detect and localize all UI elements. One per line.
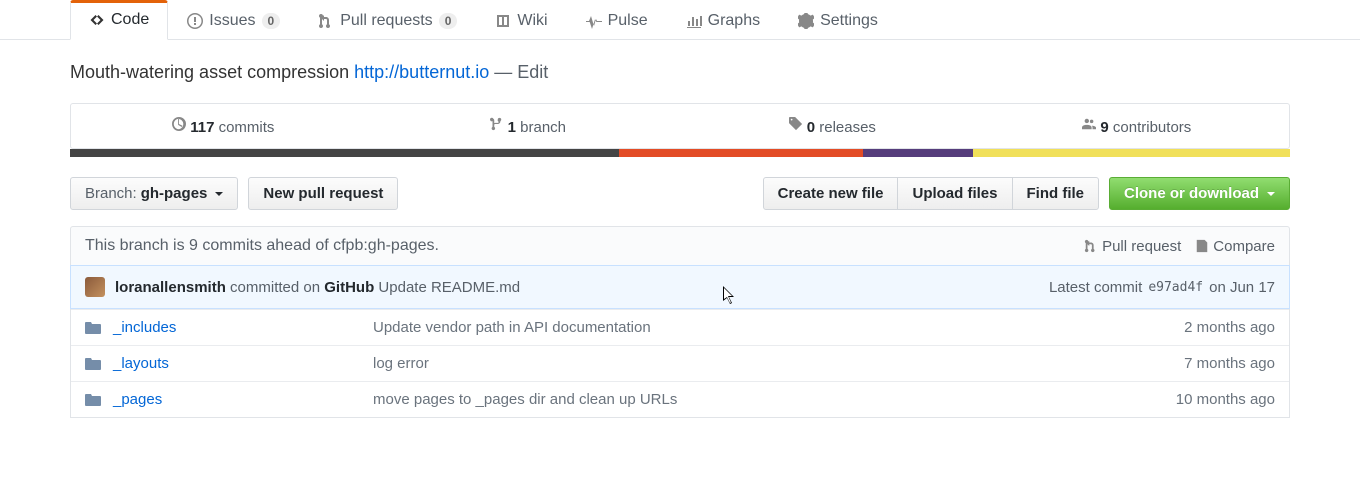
file-commit-message-link[interactable]: log error xyxy=(373,355,1115,372)
pulse-icon xyxy=(586,13,602,29)
repo-stats-bar: 117 commits 1 branch 0 releases 9 contri… xyxy=(70,103,1290,149)
issues-count: 0 xyxy=(262,13,281,29)
contributors-count: 9 xyxy=(1100,119,1108,136)
compare-text: This branch is 9 commits ahead of cfpb:g… xyxy=(85,237,439,255)
issue-icon xyxy=(187,13,203,29)
file-name-link[interactable]: _pages xyxy=(113,391,373,408)
description-text: Mouth-watering asset compression xyxy=(70,62,349,82)
caret-down-icon xyxy=(215,192,223,200)
tag-icon xyxy=(789,116,803,132)
file-name-link[interactable]: _includes xyxy=(113,319,373,336)
pull-request-link[interactable]: Pull request xyxy=(1084,238,1181,255)
pulls-count: 0 xyxy=(439,13,458,29)
file-commit-message-link[interactable]: Update vendor path in API documentation xyxy=(373,319,1115,336)
branch-icon xyxy=(489,116,503,132)
branches-stat[interactable]: 1 branch xyxy=(376,104,681,148)
edit-description-link[interactable]: Edit xyxy=(517,62,548,82)
pull-request-icon xyxy=(1084,238,1098,254)
branches-count: 1 xyxy=(508,119,516,136)
committed-on-text: committed on xyxy=(230,279,320,296)
lang-segment-html xyxy=(619,149,863,157)
branch-name: gh-pages xyxy=(141,185,208,202)
find-file-button[interactable]: Find file xyxy=(1012,177,1100,210)
folder-icon xyxy=(85,320,101,336)
description-sep: — xyxy=(494,62,512,82)
language-bar[interactable] xyxy=(70,149,1290,157)
repo-description: Mouth-watering asset compression http://… xyxy=(70,62,1290,83)
folder-icon xyxy=(85,392,101,408)
repo-url-link[interactable]: http://butternut.io xyxy=(354,62,489,82)
tab-label: Pulse xyxy=(608,12,648,30)
releases-label: releases xyxy=(819,119,876,136)
branch-label: Branch: xyxy=(85,185,137,202)
tab-label: Graphs xyxy=(708,12,760,30)
upload-files-button[interactable]: Upload files xyxy=(897,177,1012,210)
file-age: 10 months ago xyxy=(1115,391,1275,408)
tab-graphs[interactable]: Graphs xyxy=(667,0,779,40)
history-icon xyxy=(172,116,186,132)
commits-stat[interactable]: 117 commits xyxy=(71,104,376,148)
clone-download-button[interactable]: Clone or download xyxy=(1109,177,1290,210)
file-name-link[interactable]: _layouts xyxy=(113,355,373,372)
code-icon xyxy=(89,12,105,28)
contributors-stat[interactable]: 9 contributors xyxy=(985,104,1290,148)
folder-icon xyxy=(85,356,101,372)
tab-label: Issues xyxy=(209,12,255,30)
commit-sha-link[interactable]: e97ad4f xyxy=(1148,280,1203,295)
avatar[interactable] xyxy=(85,277,105,297)
tab-settings[interactable]: Settings xyxy=(779,0,897,40)
new-pull-request-button[interactable]: New pull request xyxy=(248,177,398,210)
pull-request-icon xyxy=(318,13,334,29)
gear-icon xyxy=(798,13,814,29)
releases-count: 0 xyxy=(807,119,815,136)
book-icon xyxy=(495,13,511,29)
commits-count: 117 xyxy=(190,119,214,136)
branch-select-button[interactable]: Branch: gh-pages xyxy=(70,177,238,210)
file-age: 7 months ago xyxy=(1115,355,1275,372)
commit-date: on Jun 17 xyxy=(1209,279,1275,296)
lang-segment-js xyxy=(973,149,1290,157)
commits-label: commits xyxy=(219,119,275,136)
commit-message-link[interactable]: Update README.md xyxy=(378,279,520,296)
file-row: _includesUpdate vendor path in API docum… xyxy=(71,309,1289,345)
branches-label: branch xyxy=(520,119,566,136)
file-row: _pagesmove pages to _pages dir and clean… xyxy=(71,381,1289,417)
file-age: 2 months ago xyxy=(1115,319,1275,336)
latest-commit-row: loranallensmith committed on GitHub Upda… xyxy=(70,265,1290,309)
tab-pulse[interactable]: Pulse xyxy=(567,0,667,40)
caret-down-icon xyxy=(1267,192,1275,200)
file-list: _includesUpdate vendor path in API docum… xyxy=(70,309,1290,418)
graph-icon xyxy=(686,13,702,29)
diff-icon xyxy=(1195,238,1209,254)
latest-commit-label: Latest commit xyxy=(1049,279,1142,296)
compare-link[interactable]: Compare xyxy=(1195,238,1275,255)
people-icon xyxy=(1082,116,1096,132)
lang-segment-css xyxy=(863,149,973,157)
create-new-file-button[interactable]: Create new file xyxy=(763,177,899,210)
file-row: _layoutslog error7 months ago xyxy=(71,345,1289,381)
file-actions-bar: Branch: gh-pages New pull request Create… xyxy=(70,177,1290,210)
tab-wiki[interactable]: Wiki xyxy=(476,0,566,40)
tab-pull-requests[interactable]: Pull requests 0 xyxy=(299,0,476,40)
commit-platform: GitHub xyxy=(324,279,374,296)
tab-issues[interactable]: Issues 0 xyxy=(168,0,299,40)
commit-author-link[interactable]: loranallensmith xyxy=(115,279,226,296)
releases-stat[interactable]: 0 releases xyxy=(680,104,985,148)
file-commit-message-link[interactable]: move pages to _pages dir and clean up UR… xyxy=(373,391,1115,408)
lang-segment-other xyxy=(70,149,619,157)
contributors-label: contributors xyxy=(1113,119,1191,136)
tab-label: Pull requests xyxy=(340,12,433,30)
tab-label: Settings xyxy=(820,12,878,30)
tab-code[interactable]: Code xyxy=(70,0,168,40)
tab-label: Code xyxy=(111,11,149,29)
clone-label: Clone or download xyxy=(1124,185,1259,202)
tab-label: Wiki xyxy=(517,12,547,30)
branch-compare-bar: This branch is 9 commits ahead of cfpb:g… xyxy=(70,226,1290,266)
